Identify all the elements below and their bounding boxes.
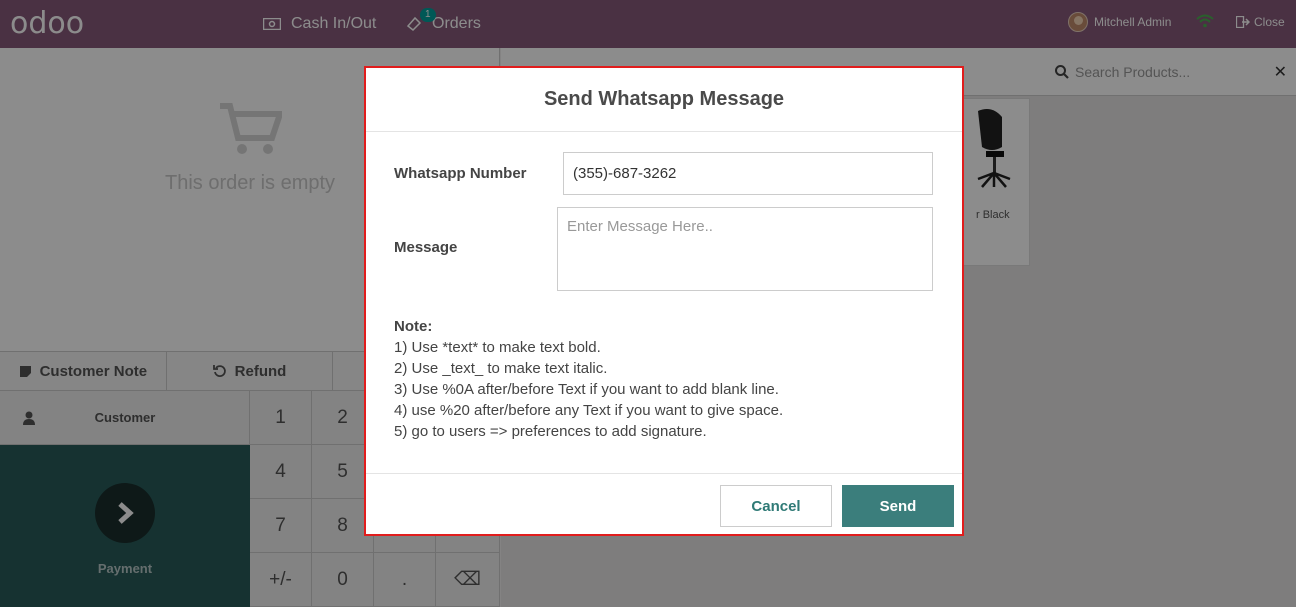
- message-textarea[interactable]: [557, 207, 933, 291]
- send-button[interactable]: Send: [842, 485, 954, 527]
- note-line: 3) Use %0A after/before Text if you want…: [394, 381, 779, 398]
- message-label: Message: [394, 239, 458, 256]
- dialog-title: Send Whatsapp Message: [543, 88, 785, 110]
- number-row: Whatsapp Number: [394, 165, 527, 182]
- dialog-footer: Cancel Send: [366, 473, 962, 534]
- note-line: 5) go to users => preferences to add sig…: [394, 423, 707, 440]
- cancel-button[interactable]: Cancel: [720, 485, 832, 527]
- note-line: 1) Use *text* to make text bold.: [394, 339, 601, 356]
- note-title: Note:: [394, 318, 433, 335]
- whatsapp-number-input[interactable]: [563, 152, 933, 195]
- note-line: 2) Use _text_ to make text italic.: [394, 360, 608, 377]
- note-line: 4) use %20 after/before any Text if you …: [394, 402, 784, 419]
- message-row: Message: [394, 239, 457, 256]
- whatsapp-number-label: Whatsapp Number: [394, 165, 527, 182]
- whatsapp-dialog: Send Whatsapp Message Whatsapp Number Me…: [364, 66, 964, 536]
- instructions-note: Note: 1) Use *text* to make text bold. 2…: [394, 316, 783, 442]
- dialog-header: Send Whatsapp Message: [366, 68, 962, 132]
